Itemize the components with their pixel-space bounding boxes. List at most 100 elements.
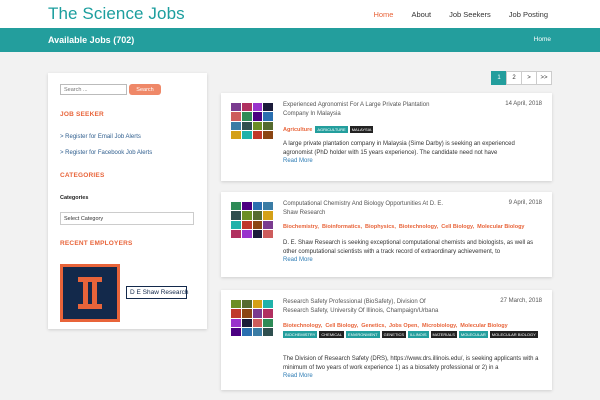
thumbnail-tile <box>263 327 273 336</box>
read-more-link[interactable]: Read More <box>283 257 313 263</box>
job-seeker-heading: JOB SEEKER <box>60 111 104 118</box>
thumbnail-tile <box>252 220 263 229</box>
job-description: A large private plantation company in Ma… <box>283 141 515 156</box>
categories-label: Categories <box>60 195 89 201</box>
site-logo[interactable]: The Science Jobs <box>48 4 185 24</box>
page-2[interactable]: 2 <box>506 71 522 85</box>
search-button[interactable]: Search <box>129 84 161 95</box>
thumbnail-tile <box>231 309 241 318</box>
job-thumbnail[interactable] <box>231 103 273 139</box>
job-date: 27 March, 2018 <box>500 298 542 304</box>
tag-link[interactable]: Biophysics, <box>365 224 396 230</box>
tag-link[interactable]: Molecular Biology <box>460 323 507 329</box>
illinois-logo[interactable] <box>60 264 120 322</box>
thumbnail-tile <box>263 300 273 309</box>
thumbnail-tile <box>231 130 241 139</box>
thumbnail-tile <box>263 103 273 112</box>
job-title[interactable]: Research Safety Professional (BioSafety)… <box>283 298 453 316</box>
search-form: Search <box>60 84 161 95</box>
thumbnail-tile <box>231 220 241 229</box>
tag-link[interactable]: Microbiology, <box>422 323 457 329</box>
thumbnail-tile <box>231 229 241 238</box>
tag-chip[interactable]: MALAYSIA <box>349 126 374 133</box>
thumbnail-tile <box>231 103 241 112</box>
tag-link[interactable]: Cell Biology, <box>441 224 474 230</box>
main-nav: Home About Job Seekers Job Posting <box>364 0 600 28</box>
job-thumbnail[interactable] <box>231 202 273 238</box>
tag-link[interactable]: Biotechnology, <box>399 224 438 230</box>
thumbnail-tile <box>263 121 273 130</box>
tag-chip[interactable]: ILLINOIS <box>408 331 429 338</box>
thumbnail-tile <box>252 112 263 121</box>
tag-chip[interactable]: ENVIRONMENT <box>346 331 380 338</box>
nav-home[interactable]: Home <box>364 0 402 28</box>
thumbnail-tile <box>252 211 263 220</box>
tag-link[interactable]: Molecular Biology <box>477 224 524 230</box>
nav-job-posting[interactable]: Job Posting <box>500 0 600 28</box>
job-date: 14 April, 2018 <box>505 101 542 107</box>
tag-link[interactable]: Genetics, <box>361 323 386 329</box>
page-next[interactable]: > <box>521 71 537 85</box>
tag-chip[interactable]: GENETICS <box>381 331 407 338</box>
thumbnail-tile <box>241 318 252 327</box>
page-title-bar: Available Jobs (702) Home <box>0 28 600 52</box>
tag-chip[interactable]: MATERIALS <box>430 331 457 338</box>
thumbnail-tile <box>252 300 263 309</box>
email-alerts-link[interactable]: > Register for Email Job Alerts <box>60 134 141 140</box>
search-input[interactable] <box>60 84 127 95</box>
tag-link[interactable]: Cell Biology, <box>325 323 358 329</box>
tag-chip[interactable]: AGRICULTURE <box>315 126 348 133</box>
nav-job-seekers[interactable]: Job Seekers <box>440 0 500 28</box>
read-more-link[interactable]: Read More <box>283 373 313 379</box>
nav-about[interactable]: About <box>402 0 440 28</box>
thumbnail-tile <box>241 327 252 336</box>
job-tags: Agriculture AGRICULTURE MALAYSIA <box>283 126 545 133</box>
job-title[interactable]: Computational Chemistry And Biology Oppo… <box>283 200 453 218</box>
breadcrumb-home[interactable]: Home <box>534 36 551 43</box>
categories-heading: CATEGORIES <box>60 172 105 179</box>
employer-deshaw[interactable]: D E Shaw Research <box>126 286 189 299</box>
thumbnail-tile <box>263 229 273 238</box>
pagination: 1 2 > >> <box>491 71 552 85</box>
thumbnail-tile <box>252 103 263 112</box>
thumbnail-tile <box>231 211 241 220</box>
thumbnail-tile <box>231 300 241 309</box>
job-card: Experienced Agronomist For A Large Priva… <box>221 93 552 181</box>
thumbnail-tile <box>231 112 241 121</box>
job-title[interactable]: Experienced Agronomist For A Large Priva… <box>283 101 453 119</box>
tag-chip[interactable]: BIOCHEMISTRY <box>283 331 318 338</box>
tag-link[interactable]: Jobs Open, <box>389 323 419 329</box>
thumbnail-tile <box>263 112 273 121</box>
tag-link[interactable]: Agriculture <box>283 127 312 133</box>
tag-chip[interactable]: CHEMICAL <box>319 331 345 338</box>
job-description: D. E. Shaw Research is seeking exception… <box>283 240 534 255</box>
job-date: 9 April, 2018 <box>508 200 542 206</box>
tag-chip[interactable]: MOLECULAR BIOLOGY <box>489 331 538 338</box>
tag-link[interactable]: Biochemistry, <box>283 224 319 230</box>
thumbnail-tile <box>252 121 263 130</box>
thumbnail-tile <box>241 121 252 130</box>
page-1[interactable]: 1 <box>491 71 507 85</box>
category-select[interactable]: Select Category <box>60 212 194 225</box>
tag-link[interactable]: Bioinformatics, <box>322 224 362 230</box>
page-last[interactable]: >> <box>536 71 552 85</box>
read-more-link[interactable]: Read More <box>283 158 313 164</box>
thumbnail-tile <box>263 211 273 220</box>
thumbnail-tile <box>252 327 263 336</box>
thumbnail-tile <box>241 211 252 220</box>
job-card: Research Safety Professional (BioSafety)… <box>221 290 552 390</box>
thumbnail-tile <box>241 300 252 309</box>
thumbnail-tile <box>263 309 273 318</box>
job-card: Computational Chemistry And Biology Oppo… <box>221 192 552 277</box>
job-tags: Biochemistry, Bioinformatics, Biophysics… <box>283 224 545 230</box>
tag-link[interactable]: Biotechnology, <box>283 323 322 329</box>
thumbnail-tile <box>241 103 252 112</box>
page-title: Available Jobs (702) <box>48 35 135 45</box>
thumbnail-tile <box>241 229 252 238</box>
thumbnail-tile <box>241 130 252 139</box>
thumbnail-tile <box>252 229 263 238</box>
tag-chip[interactable]: MOLECULAR <box>458 331 488 338</box>
thumbnail-tile <box>263 202 273 211</box>
facebook-alerts-link[interactable]: > Register for Facebook Job Alerts <box>60 150 152 156</box>
job-thumbnail[interactable] <box>231 300 273 336</box>
